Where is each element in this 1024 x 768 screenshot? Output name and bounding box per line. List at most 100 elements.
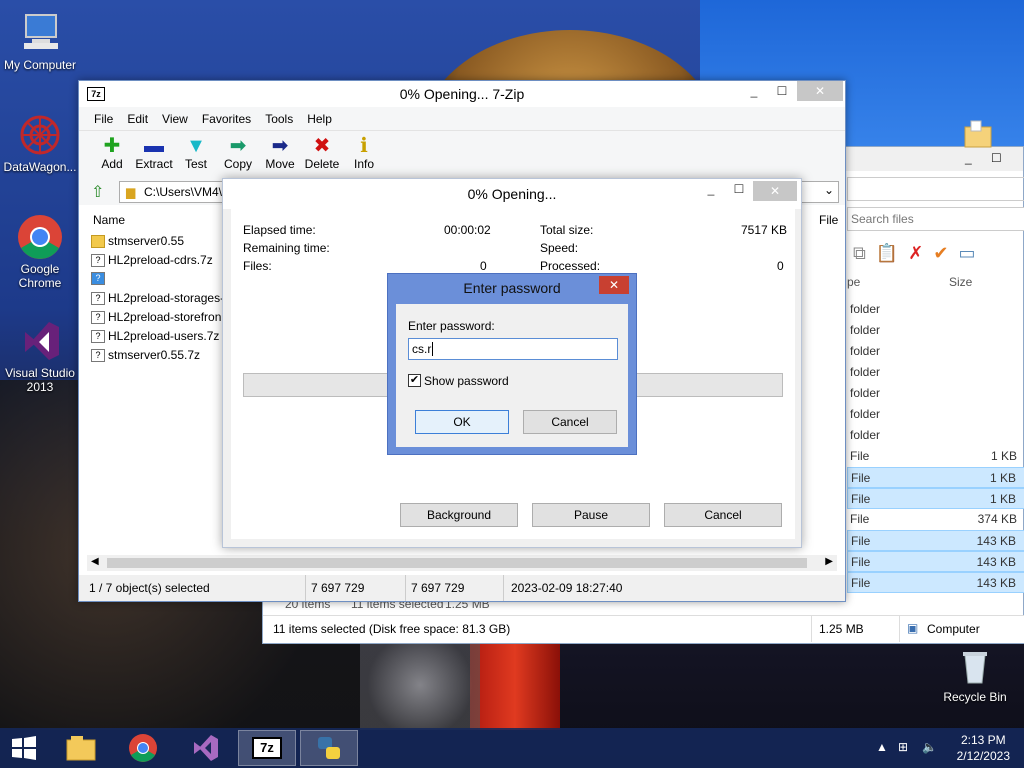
chrome-icon [129, 734, 157, 762]
list-item[interactable]: ? HL2preload-storages- [91, 291, 224, 305]
maximize-icon[interactable]: ☐ [991, 151, 1002, 165]
add-label: Add [101, 157, 123, 171]
menu-favorites[interactable]: Favorites [195, 107, 258, 130]
toolbar: ✚ Add ▬ Extract ▼ Test ➡ Copy ➡ Move ✖ Delete … [79, 131, 845, 179]
move-button[interactable]: ➡ Move [259, 131, 301, 179]
column-size-header[interactable]: Size [949, 275, 972, 289]
show-hidden-icons-icon[interactable]: ▲ [876, 740, 888, 754]
taskbar-7zip[interactable]: 7z [238, 730, 296, 766]
table-row[interactable]: folder [847, 362, 1024, 383]
chevron-down-icon[interactable]: ⌄ [824, 183, 834, 197]
maximize-button[interactable]: ☐ [729, 179, 749, 199]
taskbar-visual-studio[interactable] [176, 730, 234, 766]
row-type: folder [850, 428, 881, 442]
computer-icon [17, 10, 63, 56]
table-row[interactable]: folder [847, 425, 1024, 446]
delete-icon[interactable]: ✗ [908, 243, 923, 264]
column-name-header[interactable]: Name [93, 213, 125, 227]
table-row[interactable]: folder [847, 404, 1024, 425]
status-bar: 1 / 7 object(s) selected 7 697 729 7 697… [79, 575, 845, 601]
menu-edit[interactable]: Edit [120, 107, 155, 130]
list-item[interactable]: ? stmserver0.55.7z [91, 348, 200, 362]
row-type: folder [850, 407, 881, 421]
add-button[interactable]: ✚ Add [91, 131, 133, 179]
table-row[interactable]: folder [847, 341, 1024, 362]
list-item[interactable]: ? HL2preload-storefron [91, 310, 221, 324]
scroll-left-icon[interactable]: ◀ [91, 556, 99, 567]
minimize-button[interactable]: _ [701, 179, 721, 199]
table-row[interactable]: File 143 KB [847, 530, 1024, 551]
taskbar-chrome[interactable] [114, 730, 172, 766]
table-row[interactable]: File 143 KB [847, 572, 1024, 593]
address-text: C:\Users\VM4\ [144, 185, 223, 199]
explorer-search-input[interactable]: Search files [847, 207, 1024, 231]
copy-button[interactable]: ➡ Copy [217, 131, 259, 179]
network-icon[interactable]: ⊞ [898, 740, 908, 754]
scrollbar-thumb[interactable] [107, 558, 807, 568]
info-button[interactable]: ℹ Info [343, 131, 385, 179]
table-row[interactable]: File 143 KB [847, 551, 1024, 572]
desktop-icon-recycle-bin[interactable]: Recycle Bin [935, 642, 1015, 704]
taskbar-python[interactable] [300, 730, 358, 766]
desktop-icon-google-chrome[interactable]: Google Chrome [0, 214, 80, 290]
explorer-status-bar: 11 items selected (Disk free space: 81.3… [263, 615, 1024, 643]
horizontal-scrollbar[interactable]: ◀ ▶ [87, 555, 837, 571]
start-button[interactable] [0, 730, 48, 766]
list-item[interactable]: ? HL2preload-cdrs.7z [91, 253, 213, 267]
taskbar-file-explorer[interactable] [52, 730, 110, 766]
archive-icon: ? [91, 310, 105, 324]
cancel-button[interactable]: Cancel [664, 503, 782, 527]
list-item[interactable]: ? HL2preload-users.7z [91, 329, 219, 343]
properties-icon[interactable]: ▭ [958, 243, 975, 264]
desktop-icon-visual-studio[interactable]: Visual Studio 2013 [0, 318, 80, 394]
pause-button[interactable]: Pause [532, 503, 650, 527]
table-row[interactable]: File 374 KB [847, 509, 1024, 530]
table-row[interactable]: File 1 KB [847, 488, 1024, 509]
explorer-address-box[interactable] [847, 177, 1024, 201]
list-item[interactable]: stmserver0.55 [91, 234, 184, 248]
minimize-icon[interactable]: _ [965, 151, 972, 165]
test-button[interactable]: ▼ Test [175, 131, 217, 179]
desktop-icon-datawagon[interactable]: DataWagon... [0, 112, 80, 174]
extract-button[interactable]: ▬ Extract [133, 131, 175, 179]
rename-check-icon[interactable]: ✔ [933, 243, 948, 264]
close-button[interactable]: ✕ [797, 81, 843, 101]
table-row[interactable]: folder [847, 320, 1024, 341]
row-type: File [851, 576, 871, 590]
menu-view[interactable]: View [155, 107, 195, 130]
column-type-header[interactable]: pe [847, 275, 860, 289]
delete-button[interactable]: ✖ Delete [301, 131, 343, 179]
processed-label: Processed: [540, 259, 601, 273]
copy-icon[interactable]: ⧉ [853, 243, 866, 264]
column-file-header[interactable]: File [819, 213, 838, 227]
close-button[interactable]: ✕ [599, 276, 629, 294]
up-folder-icon[interactable]: ⇧ [91, 182, 104, 202]
close-button[interactable]: ✕ [753, 181, 797, 201]
list-item[interactable]: ? [91, 272, 108, 285]
cancel-button[interactable]: Cancel [523, 410, 617, 434]
paste-icon[interactable]: 📋 [876, 243, 898, 264]
status-size-1: 7 697 729 [311, 581, 365, 595]
password-input[interactable]: cs.r [408, 338, 618, 360]
table-row[interactable]: folder [847, 383, 1024, 404]
table-row[interactable]: folder [847, 299, 1024, 320]
table-row[interactable]: File 1 KB [847, 446, 1024, 467]
datawagon-icon [17, 112, 63, 158]
background-button[interactable]: Background [400, 503, 518, 527]
clock[interactable]: 2:13 PM 2/12/2023 [957, 732, 1010, 764]
row-size: 1 KB [990, 449, 1017, 463]
password-body: Enter password: cs.r ✔ Show password OK … [396, 304, 628, 447]
menu-help[interactable]: Help [300, 107, 339, 130]
menu-tools[interactable]: Tools [258, 107, 300, 130]
volume-icon[interactable]: 🔈 [922, 740, 937, 754]
show-password-checkbox[interactable]: ✔ [408, 374, 421, 387]
ok-button[interactable]: OK [415, 410, 509, 434]
table-row[interactable]: File 1 KB [847, 467, 1024, 488]
menu-file[interactable]: File [87, 107, 120, 130]
minimize-button[interactable]: _ [741, 81, 767, 101]
processed-value: 0 [777, 259, 784, 273]
scroll-right-icon[interactable]: ▶ [825, 556, 833, 567]
desktop-icon-my-computer[interactable]: My Computer [0, 10, 80, 72]
maximize-button[interactable]: ☐ [769, 81, 795, 101]
row-type: File [851, 492, 871, 506]
